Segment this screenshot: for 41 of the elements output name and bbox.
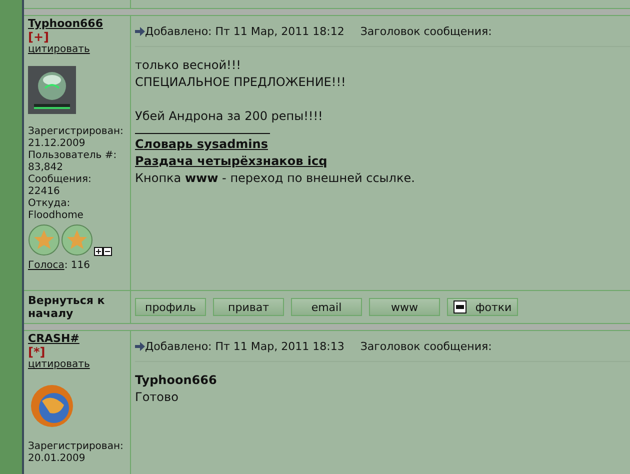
profile-button[interactable]: email bbox=[291, 298, 362, 316]
profile-button[interactable]: приват bbox=[213, 298, 284, 316]
author-link[interactable]: CRASH# bbox=[28, 333, 80, 345]
post-date: Добавлено: Пт 11 Мар, 2011 18:13 bbox=[145, 340, 344, 352]
photos-button[interactable]: фотки bbox=[447, 298, 518, 316]
avatar-image bbox=[28, 66, 76, 114]
profile-info: Откуда: bbox=[28, 198, 70, 210]
signature-link[interactable]: Словарь sysadmins bbox=[135, 136, 268, 153]
quote-link[interactable]: цитировать bbox=[28, 359, 90, 371]
rank-mark: [+] bbox=[28, 31, 50, 44]
quote-author: Typhoon666 bbox=[135, 372, 217, 389]
profile-info: Зарегистрирован: bbox=[28, 126, 124, 138]
profile-info: Пользователь #: bbox=[28, 150, 117, 162]
post-text: Убей Андрона за 200 репы!!!! bbox=[135, 108, 323, 125]
profile-info: 83,842 bbox=[28, 162, 63, 174]
author-link[interactable]: Typhoon666 bbox=[28, 18, 103, 30]
arrow-icon bbox=[135, 342, 145, 350]
jpg-file-icon bbox=[453, 300, 468, 314]
back-to-top-link[interactable]: Вернуться к началу bbox=[28, 294, 130, 320]
profile-info: 20.01.2009 bbox=[28, 453, 86, 465]
post-text: Кнопка www - переход по внешней ссылке. bbox=[135, 170, 415, 187]
post-date: Добавлено: Пт 11 Мар, 2011 18:12 bbox=[145, 24, 344, 38]
profile-info: 22416 bbox=[28, 186, 60, 198]
profile-button[interactable]: www bbox=[369, 298, 440, 316]
profile-info: 21.12.2009 bbox=[28, 138, 86, 150]
post-text: СПЕЦИАЛЬНОЕ ПРЕДЛОЖЕНИЕ!!! bbox=[135, 74, 346, 91]
votes-link[interactable]: Голоса bbox=[28, 260, 64, 271]
quote-link[interactable]: цитировать bbox=[28, 44, 90, 56]
subject-label: Заголовок сообщения: bbox=[360, 340, 492, 352]
rank-mark: [*] bbox=[28, 346, 46, 359]
signature-link[interactable]: Раздача четырёхзнаков icq bbox=[135, 153, 328, 170]
plus-minus-icon[interactable] bbox=[94, 247, 112, 256]
subject-label: Заголовок сообщения: bbox=[360, 24, 492, 38]
profile-button[interactable]: профиль bbox=[135, 298, 206, 316]
arrow-icon bbox=[135, 26, 145, 36]
profile-info: Зарегистрирован: bbox=[28, 441, 124, 453]
profile-info: Сообщения: bbox=[28, 174, 92, 186]
profile-info: Floodhome bbox=[28, 210, 84, 222]
post-text: только весной!!! bbox=[135, 57, 241, 74]
post-text: Готово bbox=[135, 389, 178, 406]
votes-text: Голоса: 116 bbox=[28, 260, 90, 272]
